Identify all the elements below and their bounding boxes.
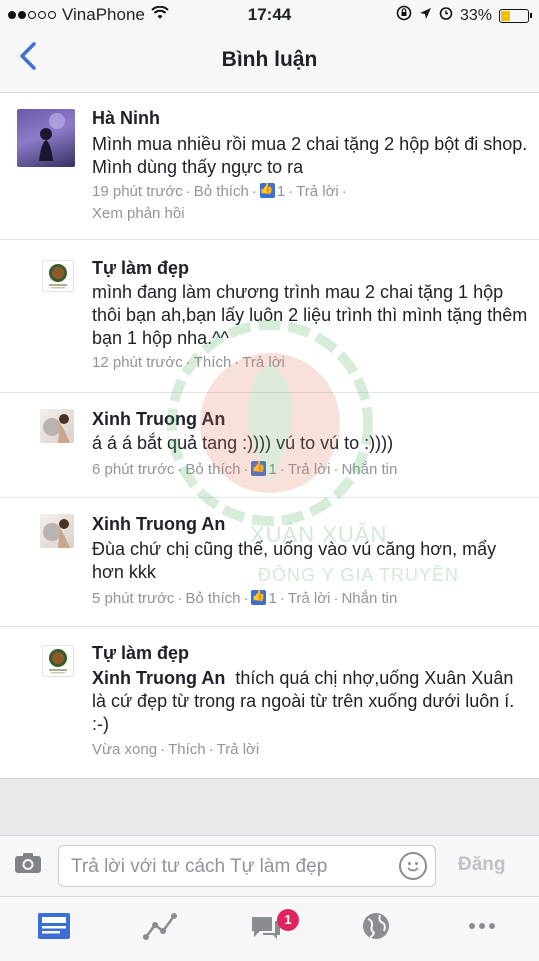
notification-badge: 1 (277, 909, 299, 931)
like-icon (251, 589, 267, 605)
comment-text: Xinh Truong An thích quá chị nhợ,uống Xu… (92, 667, 532, 736)
view-replies-link[interactable]: Xem phản hồi (92, 205, 185, 222)
battery-percent: 33% (459, 6, 492, 24)
battery-icon (499, 8, 532, 23)
graph-icon (143, 913, 177, 940)
reply-button[interactable]: Trả lời (242, 354, 285, 371)
globe-icon (363, 913, 389, 939)
camera-icon[interactable] (14, 852, 42, 874)
status-right: 33% (396, 5, 532, 26)
comment-author[interactable]: Xinh Truong An (92, 514, 225, 535)
empty-area (0, 778, 539, 835)
post-button[interactable]: Đăng (458, 854, 506, 876)
like-count[interactable]: 1 (268, 461, 276, 478)
like-count[interactable]: 1 (277, 183, 285, 200)
rotation-lock-icon (396, 5, 412, 26)
reply-button[interactable]: Trả lời (288, 590, 331, 607)
emoji-icon[interactable] (399, 852, 427, 880)
avatar[interactable] (40, 514, 74, 548)
alarm-icon (439, 6, 453, 25)
page-title: Bình luận (221, 48, 318, 71)
avatar[interactable] (42, 645, 74, 677)
comment-time: Vừa xong (92, 741, 158, 758)
reply-button[interactable]: Trả lời (296, 183, 339, 200)
like-icon (259, 182, 275, 198)
comment-time: 5 phút trước (92, 590, 175, 607)
comment-text: Mình mua nhiều rồi mua 2 chai tặng 2 hộp… (92, 134, 528, 177)
comment-item: Xinh Truong An á á á bắt quả tang :)))) … (0, 393, 539, 498)
comment-meta: 5 phút trước·Bỏ thích·1·Trả lời·Nhắn tin (92, 589, 397, 607)
reply-composer: Trả lời với tư cách Tự làm đẹp Đăng (0, 835, 539, 896)
comment-item: Xinh Truong An Đùa chứ chị cũng thế, uốn… (0, 498, 539, 627)
comment-text: mình đang làm chương trình mau 2 chai tặ… (92, 282, 528, 348)
location-icon (419, 7, 432, 25)
comment-item: Tự làm đẹp mình đang làm chương trình ma… (0, 240, 539, 393)
like-count[interactable]: 1 (268, 590, 276, 607)
nav-bar: Bình luận (0, 30, 539, 93)
news-feed-icon (38, 913, 70, 939)
avatar[interactable] (40, 409, 74, 443)
comment-text: á á á bắt quả tang :)))) vú to vú to :))… (92, 433, 394, 453)
tab-bar: 1 (0, 896, 539, 961)
more-icon (469, 923, 495, 929)
mention-tag[interactable]: Xinh Truong An (92, 668, 225, 688)
avatar[interactable] (17, 109, 75, 167)
reply-input[interactable]: Trả lời với tư cách Tự làm đẹp (58, 845, 436, 887)
tab-more[interactable] (464, 911, 504, 947)
tab-news-feed[interactable] (36, 911, 76, 947)
unlike-button[interactable]: Bỏ thích (185, 590, 240, 607)
tab-globe[interactable] (358, 911, 398, 947)
reply-button[interactable]: Trả lời (288, 461, 331, 478)
comment-meta: Vừa xong · Thích · Trả lời (92, 741, 260, 758)
comment-meta: 6 phút trước·Bỏ thích·1·Trả lời·Nhắn tin (92, 460, 397, 478)
unlike-button[interactable]: Bỏ thích (194, 183, 249, 200)
unlike-button[interactable]: Bỏ thích (185, 461, 240, 478)
like-button[interactable]: Thích (168, 741, 206, 758)
comment-time: 19 phút trước (92, 183, 183, 200)
like-button[interactable]: Thích (194, 354, 232, 371)
like-icon (251, 460, 267, 476)
avatar[interactable] (42, 260, 74, 292)
status-bar: VinaPhone 17:44 33% (0, 0, 539, 30)
message-button[interactable]: Nhắn tin (341, 461, 397, 478)
reply-input-placeholder: Trả lời với tư cách Tự làm đẹp (71, 856, 328, 877)
comment-author[interactable]: Xinh Truong An (92, 409, 225, 430)
comment-item: Tự làm đẹp Xinh Truong An thích quá chị … (0, 627, 539, 777)
watermark-subtext: ĐÔNG Y GIA TRUYỀN (258, 565, 460, 585)
reply-button[interactable]: Trả lời (217, 741, 260, 758)
message-button[interactable]: Nhắn tin (341, 590, 397, 607)
tab-insights[interactable] (142, 911, 182, 947)
comment-item: Hà Ninh Mình mua nhiều rồi mua 2 chai tặ… (0, 93, 539, 240)
comment-author[interactable]: Tự làm đẹp (92, 258, 189, 279)
comment-author[interactable]: Hà Ninh (92, 108, 160, 129)
comment-time: 6 phút trước (92, 461, 175, 478)
comment-time: 12 phút trước (92, 354, 183, 371)
comment-meta: 12 phút trước · Thích · Trả lời (92, 354, 285, 371)
watermark-text: XUÂN XUÂN (250, 522, 388, 547)
comment-meta: 19 phút trước·Bỏ thích·1·Trả lời· (92, 182, 350, 200)
comment-author[interactable]: Tự làm đẹp (92, 643, 189, 664)
